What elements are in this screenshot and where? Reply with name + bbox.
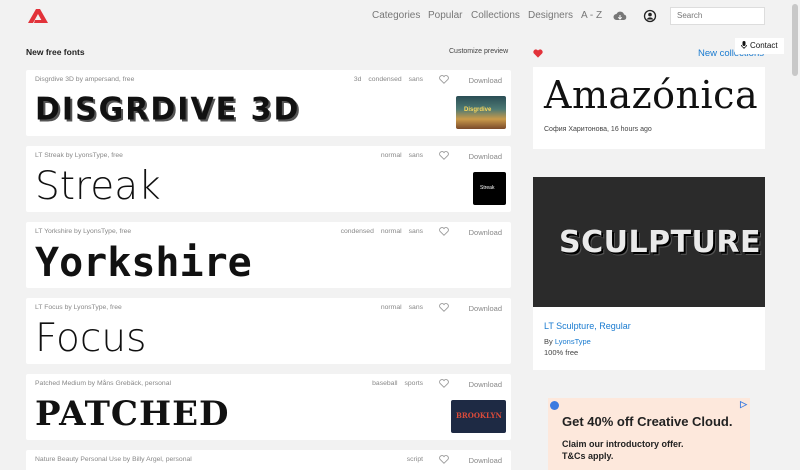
font-card[interactable]: Nature Beauty Personal Use by Billy Arge… [26, 450, 511, 470]
customize-preview-link[interactable]: Customize preview [449, 48, 508, 55]
font-card[interactable]: LT Yorkshire by LyonsType, free condense… [26, 222, 511, 288]
font-tags: baseball sports [365, 380, 423, 387]
font-meta[interactable]: Nature Beauty Personal Use by Billy Arge… [35, 456, 192, 463]
ad-text[interactable]: T&Cs apply. [562, 451, 613, 461]
search-input[interactable]: Search [670, 7, 765, 25]
scrollbar-thumb[interactable] [792, 4, 798, 76]
collection-image[interactable]: SCULPTURE [533, 177, 765, 307]
font-preview[interactable]: Streak [35, 164, 161, 209]
tag[interactable]: normal [381, 304, 402, 311]
collection-image-text: SCULPTURE [559, 225, 762, 260]
font-preview[interactable]: Yorkshire [35, 240, 252, 286]
site-logo[interactable] [26, 7, 50, 25]
download-button[interactable]: Download [469, 380, 502, 389]
favorite-heart-icon[interactable] [439, 379, 449, 388]
ad-text[interactable]: Claim our introductory offer. [562, 439, 684, 449]
font-card[interactable]: Disgrdive 3D by ampersand, free 3d conden… [26, 70, 511, 136]
author-link[interactable]: LyonsType [555, 337, 591, 346]
thumbnail-label: Streak [480, 185, 495, 191]
font-card[interactable]: Patched Medium by Måns Grebäck, personal… [26, 374, 511, 440]
font-meta[interactable]: LT Streak by LyonsType, free [35, 152, 123, 159]
font-meta[interactable]: Patched Medium by Måns Grebäck, personal [35, 380, 171, 387]
featured-font-preview[interactable]: Amazónica [544, 73, 758, 117]
favorites-heart-icon[interactable] [533, 49, 543, 58]
top-navigation: Categories Popular Collections Designers… [0, 0, 800, 34]
tag[interactable]: sports [404, 380, 423, 387]
tag[interactable]: condensed [341, 228, 374, 235]
featured-font-card[interactable]: Amazónica София Харитонова, 16 hours ago [533, 67, 765, 149]
user-icon[interactable] [643, 9, 657, 23]
featured-font-meta: София Харитонова, 16 hours ago [544, 126, 652, 133]
font-meta[interactable]: LT Yorkshire by LyonsType, free [35, 228, 131, 235]
download-button[interactable]: Download [469, 304, 502, 313]
font-meta[interactable]: LT Focus by LyonsType, free [35, 304, 122, 311]
download-button[interactable]: Download [469, 456, 502, 465]
tag[interactable]: sans [409, 304, 423, 311]
download-button[interactable]: Download [469, 228, 502, 237]
tag[interactable]: sans [409, 152, 423, 159]
tag[interactable]: script [407, 456, 423, 463]
font-tags: script [400, 456, 423, 463]
font-card[interactable]: LT Focus by LyonsType, free normal sans D… [26, 298, 511, 364]
collection-license: 100% free [544, 348, 579, 357]
tag[interactable]: baseball [372, 380, 397, 387]
ad-headline[interactable]: Get 40% off Creative Cloud. [562, 414, 732, 429]
author-prefix: By [544, 337, 555, 346]
favorite-heart-icon[interactable] [439, 455, 449, 464]
favorite-heart-icon[interactable] [439, 227, 449, 236]
section-title: New free fonts [26, 47, 85, 57]
font-meta[interactable]: Disgrdive 3D by ampersand, free [35, 76, 134, 83]
tag[interactable]: normal [381, 152, 402, 159]
tag[interactable]: condensed [368, 76, 401, 83]
thumbnail-label: BROOKLYN [456, 411, 502, 420]
collection-author: By LyonsType [544, 337, 591, 346]
font-thumbnail[interactable]: Disgrdive [456, 96, 506, 129]
cloud-icon[interactable] [613, 9, 627, 23]
ad-info-icon[interactable] [550, 401, 559, 410]
font-preview[interactable]: PATCHED [35, 394, 230, 434]
font-tags: condensed normal sans [334, 228, 423, 235]
font-preview[interactable]: DISGRDIVE 3D [35, 91, 300, 128]
microphone-icon [741, 41, 747, 49]
nav-designers[interactable]: Designers [528, 10, 573, 21]
download-button[interactable]: Download [469, 76, 502, 85]
font-tags: 3d condensed sans [347, 76, 423, 83]
font-card[interactable]: LT Streak by LyonsType, free normal sans … [26, 146, 511, 212]
advertisement[interactable]: ▷ Get 40% off Creative Cloud. Claim our … [548, 398, 750, 470]
font-tags: normal sans [374, 304, 423, 311]
nav-a-z[interactable]: A - Z [581, 10, 602, 21]
thumbnail-label: Disgrdive [464, 107, 492, 113]
font-tags: normal sans [374, 152, 423, 159]
collection-card[interactable]: SCULPTURE LT Sculpture, Regular By Lyons… [533, 177, 765, 370]
tag[interactable]: 3d [354, 76, 362, 83]
favorite-heart-icon[interactable] [439, 75, 449, 84]
nav-collections[interactable]: Collections [471, 10, 520, 21]
font-preview[interactable]: Focus [35, 316, 146, 361]
collection-title[interactable]: LT Sculpture, Regular [544, 321, 631, 331]
download-button[interactable]: Download [469, 152, 502, 161]
favorite-heart-icon[interactable] [439, 303, 449, 312]
nav-popular[interactable]: Popular [428, 10, 462, 21]
tag[interactable]: sans [409, 76, 423, 83]
contact-label: Contact [750, 41, 778, 50]
tag[interactable]: normal [381, 228, 402, 235]
tag[interactable]: sans [409, 228, 423, 235]
nav-categories[interactable]: Categories [372, 10, 420, 21]
favorite-heart-icon[interactable] [439, 151, 449, 160]
font-thumbnail[interactable]: Streak [473, 172, 506, 205]
contact-button[interactable]: Contact [735, 38, 784, 54]
ad-choices-icon[interactable]: ▷ [740, 399, 747, 410]
font-thumbnail[interactable]: BROOKLYN [451, 400, 506, 433]
